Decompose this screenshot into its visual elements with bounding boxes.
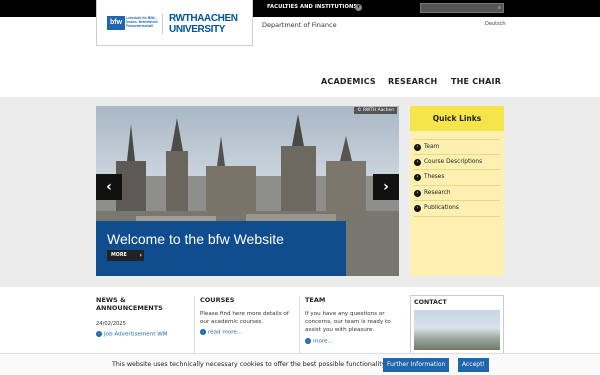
contact-image <box>414 310 500 350</box>
news-title-line2: ANNOUNCEMENTS <box>96 304 163 312</box>
accept-cookies-button[interactable]: Accept! <box>458 358 489 372</box>
quick-link-label: Publications <box>424 205 459 211</box>
arrow-bullet-icon: › <box>305 338 311 344</box>
team-more-link[interactable]: › more... <box>305 338 333 345</box>
quick-link-course-descriptions[interactable]: › Course Descriptions <box>414 155 500 170</box>
arrow-bullet-icon: › <box>414 174 421 181</box>
contact-box: CONTACT <box>410 295 504 355</box>
hero-more-button[interactable]: MORE › <box>107 250 144 261</box>
nav-research[interactable]: RESEARCH <box>388 77 437 86</box>
quick-link-team[interactable]: › Team <box>414 139 500 155</box>
news-title-line1: NEWS & <box>96 296 126 304</box>
search-icon[interactable]: ⌕ <box>496 4 503 11</box>
quick-link-label: Theses <box>424 174 445 180</box>
quick-link-label: Course Descriptions <box>424 158 483 165</box>
courses-text-line1: Please find here more details of <box>200 311 289 317</box>
quick-link-label: Research <box>424 189 451 196</box>
team-link-label: more... <box>313 338 333 345</box>
quick-link-theses[interactable]: › Theses <box>414 170 500 186</box>
hero-caption-box <box>96 221 346 276</box>
courses-title: COURSES <box>200 296 235 304</box>
further-information-button[interactable]: Further Information <box>383 358 450 372</box>
courses-link-label: read more... <box>208 329 243 336</box>
logo-divider <box>162 14 163 34</box>
team-text-line3: assist you with pleasure. <box>305 327 375 333</box>
arrow-bullet-icon: › <box>96 331 102 337</box>
contact-title: CONTACT <box>414 299 447 306</box>
quick-link-publications[interactable]: › Publications <box>414 201 500 217</box>
cookie-text: This website uses technically necessary … <box>112 361 387 368</box>
logo[interactable]: bfw Lehrstuhl für BWL, insbes. Betriebli… <box>96 0 253 46</box>
nav-the-chair[interactable]: THE CHAIR <box>451 77 501 86</box>
quick-link-research[interactable]: › Research <box>414 186 500 201</box>
arrow-bullet-icon: › <box>200 329 206 335</box>
rwth-logo-line2: UNIVERSITY <box>169 24 226 35</box>
quick-link-label: Team <box>424 144 440 150</box>
chevron-left-icon[interactable]: ‹ <box>96 174 122 200</box>
courses-read-more-link[interactable]: › read more... <box>200 329 242 336</box>
column-divider <box>299 296 300 356</box>
news-date: 24/02/2025 <box>96 321 126 327</box>
quick-links-list: › Team › Course Descriptions › Theses › Rese… <box>410 131 504 217</box>
arrow-bullet-icon: › <box>414 144 421 151</box>
news-item[interactable]: › Job Advertisement WM <box>96 331 168 338</box>
courses-text-line2: our academic courses. <box>200 319 264 325</box>
cookie-banner: This website uses technically necessary … <box>0 353 600 375</box>
arrow-bullet-icon: › <box>414 189 421 197</box>
copyright-label: © RWTH Aachen <box>354 107 397 114</box>
nav-academics[interactable]: ACADEMICS <box>321 77 376 86</box>
rwth-logo-line1: RWTHAACHEN <box>169 13 238 24</box>
faculties-menu[interactable]: FACULTIES AND INSTITUTIONS <box>267 4 357 10</box>
quick-links-panel: Quick Links › Team › Course Descriptions ›… <box>410 106 504 276</box>
arrow-bullet-icon: › <box>414 158 421 166</box>
team-text-line1: If you have any questions or <box>305 311 385 317</box>
bfw-logo-mark: bfw <box>107 16 125 30</box>
language-switch[interactable]: Deutsch <box>485 21 506 27</box>
hero-title: Welcome to the bfw Website <box>107 231 284 247</box>
bfw-logo-text: Lehrstuhl für BWL, insbes. Betriebliche … <box>126 16 159 29</box>
news-item-label: Job Advertisement WM <box>104 331 168 338</box>
arrow-bullet-icon: › <box>414 205 421 212</box>
hero-more-label: MORE <box>111 253 127 258</box>
column-divider <box>194 296 195 356</box>
quick-links-title: Quick Links <box>410 106 504 131</box>
chevron-down-icon[interactable]: ▾ <box>355 4 362 11</box>
search-input[interactable] <box>420 3 504 13</box>
department-name[interactable]: Department of Finance <box>262 21 337 29</box>
team-text-line2: concerns, our team is ready to <box>305 319 391 325</box>
chevron-right-icon: › <box>139 252 142 259</box>
chevron-right-icon[interactable]: › <box>373 174 399 200</box>
team-title: TEAM <box>305 296 326 304</box>
